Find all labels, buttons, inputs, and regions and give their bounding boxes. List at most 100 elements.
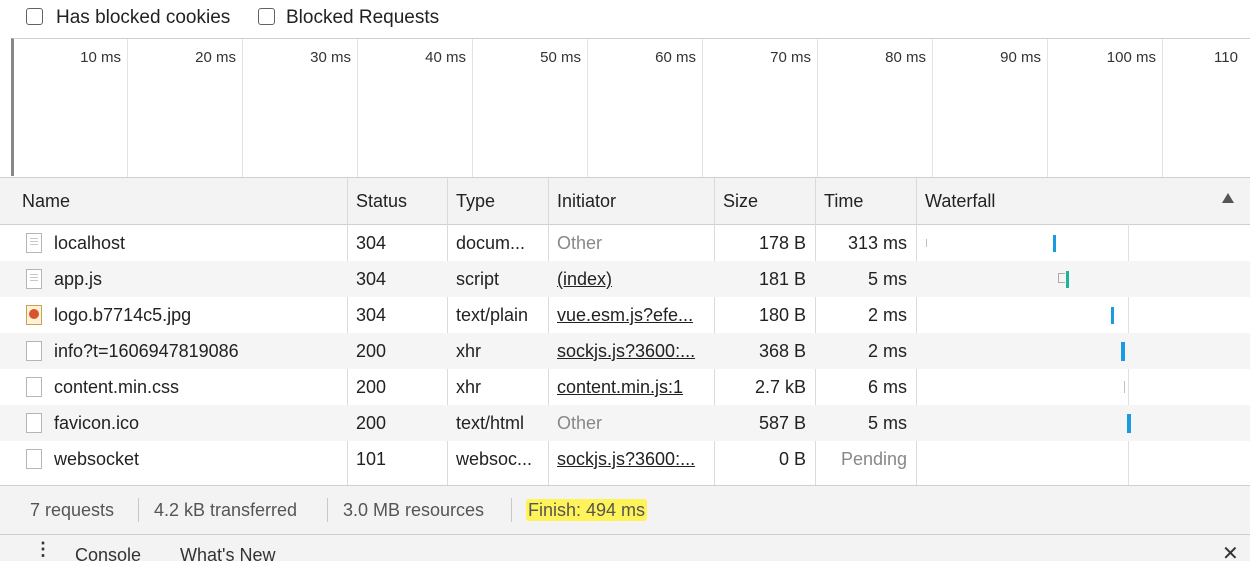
waterfall-queue-marker: [1058, 273, 1065, 283]
request-name[interactable]: localhost: [46, 225, 346, 261]
request-status: 101: [356, 449, 387, 469]
request-size: 368 B: [758, 341, 806, 361]
request-status: 304: [356, 233, 387, 253]
request-type: text/html: [456, 413, 525, 433]
request-initiator[interactable]: content.min.js:1: [549, 369, 714, 405]
request-time: Pending: [840, 449, 907, 469]
request-time: 6 ms: [867, 377, 907, 397]
request-name[interactable]: info?t=1606947819086: [46, 333, 346, 369]
request-initiator[interactable]: vue.esm.js?efe...: [549, 297, 714, 333]
overview-tick: 10 ms: [80, 49, 121, 66]
script-icon: [26, 269, 42, 289]
transferred-size: 4.2 kB transferred: [154, 500, 298, 520]
overview-timeline[interactable]: 10 ms 20 ms 30 ms 40 ms 50 ms 60 ms 70 m…: [11, 38, 1250, 177]
requests-table: Name Status Type Initiator Size Time Wat…: [0, 177, 1250, 486]
request-type: text/plain: [456, 305, 529, 325]
request-size: 2.7 kB: [754, 377, 806, 397]
table-row[interactable]: info?t=1606947819086 200 xhr sockjs.js?3600…: [0, 333, 1250, 369]
overview-tick: 90 ms: [1000, 49, 1041, 66]
file-icon: [26, 377, 42, 397]
request-size: 0 B: [778, 449, 806, 469]
waterfall-bar: [926, 239, 927, 247]
file-icon: [26, 449, 42, 469]
overview-tick: 80 ms: [885, 49, 926, 66]
request-time: 313 ms: [847, 233, 907, 253]
request-time: 2 ms: [867, 341, 907, 361]
column-header-waterfall[interactable]: Waterfall: [917, 178, 1207, 224]
filter-row: Has blocked cookies Blocked Requests: [0, 0, 1250, 38]
has-blocked-cookies-label[interactable]: Has blocked cookies: [56, 7, 230, 29]
request-name[interactable]: favicon.ico: [46, 405, 346, 441]
overview-tick: 40 ms: [425, 49, 466, 66]
request-status: 304: [356, 305, 387, 325]
waterfall-bar: [1121, 341, 1125, 361]
request-status: 304: [356, 269, 387, 289]
column-header-initiator[interactable]: Initiator: [549, 178, 714, 224]
table-row[interactable]: logo.b7714c5.jpg 304 text/plain vue.esm.js?…: [0, 297, 1250, 333]
column-header-time[interactable]: Time: [816, 178, 916, 224]
request-name[interactable]: websocket: [46, 441, 346, 477]
overview-tick: 60 ms: [655, 49, 696, 66]
close-icon[interactable]: ✕: [1222, 541, 1239, 561]
request-size: 587 B: [758, 413, 806, 433]
request-initiator[interactable]: (index): [549, 261, 714, 297]
request-initiator[interactable]: sockjs.js?3600:...: [549, 441, 714, 477]
request-status: 200: [356, 377, 387, 397]
file-icon: [26, 341, 42, 361]
image-icon: [26, 305, 42, 325]
table-row[interactable]: content.min.css 200 xhr content.min.js:1 2.7…: [0, 369, 1250, 405]
request-time: 5 ms: [867, 413, 907, 433]
overview-tick: 110: [1214, 49, 1238, 66]
waterfall-bar: [1053, 234, 1056, 252]
overview-tick: 70 ms: [770, 49, 811, 66]
request-name[interactable]: content.min.css: [46, 369, 346, 405]
waterfall-bar: [1124, 381, 1125, 393]
request-status: 200: [356, 341, 387, 361]
request-time: 2 ms: [867, 305, 907, 325]
table-row[interactable]: websocket 101 websoc... sockjs.js?3600:... 0…: [0, 441, 1250, 477]
waterfall-bar: [1066, 270, 1069, 288]
document-icon: [26, 233, 42, 253]
overview-tick: 100 ms: [1106, 49, 1156, 66]
request-size: 181 B: [758, 269, 806, 289]
column-header-type[interactable]: Type: [448, 178, 548, 224]
triangle-up-icon[interactable]: [1222, 193, 1234, 203]
request-size: 178 B: [758, 233, 806, 253]
column-header-name[interactable]: Name: [14, 178, 344, 224]
blocked-requests-checkbox[interactable]: [258, 8, 275, 25]
request-type: docum...: [456, 233, 526, 253]
waterfall-bar: [1111, 306, 1114, 324]
overview-tick: 20 ms: [195, 49, 236, 66]
overview-tick: 30 ms: [310, 49, 351, 66]
request-name[interactable]: app.js: [46, 261, 346, 297]
request-status: 200: [356, 413, 387, 433]
table-row[interactable]: favicon.ico 200 text/html Other 587 B 5 ms: [0, 405, 1250, 441]
request-type: script: [456, 269, 500, 289]
request-size: 180 B: [758, 305, 806, 325]
request-type: xhr: [456, 341, 482, 361]
column-header-size[interactable]: Size: [715, 178, 815, 224]
drawer-tabs: ⋮ Console What's New ✕: [0, 534, 1250, 561]
request-name[interactable]: logo.b7714c5.jpg: [46, 297, 346, 333]
finish-time: Finish: 494 ms: [526, 499, 648, 521]
request-initiator: Other: [557, 233, 603, 253]
request-type: xhr: [456, 377, 482, 397]
tab-console[interactable]: Console: [75, 545, 141, 561]
has-blocked-cookies-checkbox[interactable]: [26, 8, 43, 25]
request-initiator[interactable]: sockjs.js?3600:...: [549, 333, 714, 369]
request-type: websoc...: [456, 449, 533, 469]
status-bar: 7 requests 4.2 kB transferred 3.0 MB res…: [0, 485, 1250, 535]
table-row[interactable]: app.js 304 script (index) 181 B 5 ms: [0, 261, 1250, 297]
request-initiator: Other: [557, 413, 603, 433]
table-header: Name Status Type Initiator Size Time Wat…: [0, 178, 1250, 225]
request-time: 5 ms: [867, 269, 907, 289]
overview-tick: 50 ms: [540, 49, 581, 66]
waterfall-bar: [1127, 413, 1131, 433]
column-header-status[interactable]: Status: [348, 178, 446, 224]
kebab-menu-icon[interactable]: ⋮: [34, 539, 52, 560]
file-icon: [26, 413, 42, 433]
table-row[interactable]: localhost 304 docum... Other 178 B 313 ms: [0, 225, 1250, 261]
requests-count: 7 requests: [30, 500, 115, 520]
blocked-requests-label[interactable]: Blocked Requests: [286, 7, 439, 29]
tab-whats-new[interactable]: What's New: [180, 545, 275, 561]
